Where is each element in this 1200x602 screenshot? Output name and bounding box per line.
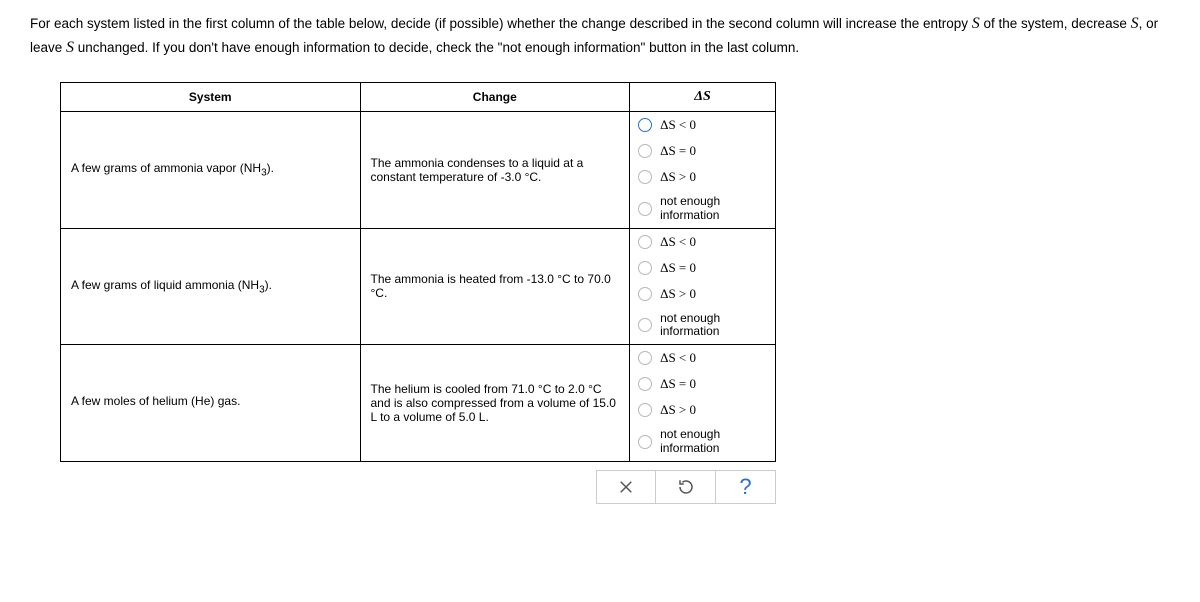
- radio-icon: [638, 170, 652, 184]
- radio-icon: [638, 435, 652, 449]
- reset-button[interactable]: [656, 470, 716, 504]
- system-cell: A few grams of liquid ammonia (NH3).: [61, 228, 361, 345]
- options-cell: ΔS < 0 ΔS = 0 ΔS > 0 not enoughinformati…: [630, 345, 776, 462]
- radio-icon: [638, 144, 652, 158]
- option-nei[interactable]: not enoughinformation: [630, 190, 775, 228]
- close-button[interactable]: [596, 470, 656, 504]
- entropy-symbol: S: [66, 39, 74, 56]
- table-row: A few grams of ammonia vapor (NH3). The …: [61, 112, 776, 229]
- option-gt[interactable]: ΔS > 0: [630, 164, 775, 190]
- change-cell: The ammonia condenses to a liquid at a c…: [360, 112, 630, 229]
- change-cell: The helium is cooled from 71.0 °C to 2.0…: [360, 345, 630, 462]
- help-icon: ?: [739, 474, 751, 500]
- option-eq[interactable]: ΔS = 0: [630, 138, 775, 164]
- header-change: Change: [360, 83, 630, 112]
- close-icon: [617, 478, 635, 496]
- radio-icon: [638, 118, 652, 132]
- option-eq[interactable]: ΔS = 0: [630, 255, 775, 281]
- entropy-symbol: S: [1131, 15, 1139, 32]
- radio-icon: [638, 261, 652, 275]
- system-cell: A few moles of helium (He) gas.: [61, 345, 361, 462]
- radio-icon: [638, 351, 652, 365]
- toolbar: ?: [60, 470, 776, 504]
- radio-icon: [638, 318, 652, 332]
- radio-icon: [638, 202, 652, 216]
- radio-icon: [638, 377, 652, 391]
- option-nei[interactable]: not enoughinformation: [630, 423, 775, 461]
- system-cell: A few grams of ammonia vapor (NH3).: [61, 112, 361, 229]
- option-lt[interactable]: ΔS < 0: [630, 345, 775, 371]
- help-button[interactable]: ?: [716, 470, 776, 504]
- options-cell: ΔS < 0 ΔS = 0 ΔS > 0 not enoughinformati…: [630, 228, 776, 345]
- option-eq[interactable]: ΔS = 0: [630, 371, 775, 397]
- option-nei[interactable]: not enoughinformation: [630, 307, 775, 345]
- change-cell: The ammonia is heated from -13.0 °C to 7…: [360, 228, 630, 345]
- option-lt[interactable]: ΔS < 0: [630, 112, 775, 138]
- entropy-symbol: S: [972, 15, 980, 32]
- instructions-text: For each system listed in the first colu…: [30, 12, 1170, 60]
- option-gt[interactable]: ΔS > 0: [630, 397, 775, 423]
- entropy-table: System Change ΔS A few grams of ammonia …: [60, 82, 776, 462]
- header-system: System: [61, 83, 361, 112]
- option-lt[interactable]: ΔS < 0: [630, 229, 775, 255]
- table-row: A few moles of helium (He) gas. The heli…: [61, 345, 776, 462]
- option-gt[interactable]: ΔS > 0: [630, 281, 775, 307]
- header-deltaS: ΔS: [630, 83, 776, 112]
- radio-icon: [638, 235, 652, 249]
- reset-icon: [677, 478, 695, 496]
- radio-icon: [638, 287, 652, 301]
- radio-icon: [638, 403, 652, 417]
- table-row: A few grams of liquid ammonia (NH3). The…: [61, 228, 776, 345]
- options-cell: ΔS < 0 ΔS = 0 ΔS > 0 not enoughinformati…: [630, 112, 776, 229]
